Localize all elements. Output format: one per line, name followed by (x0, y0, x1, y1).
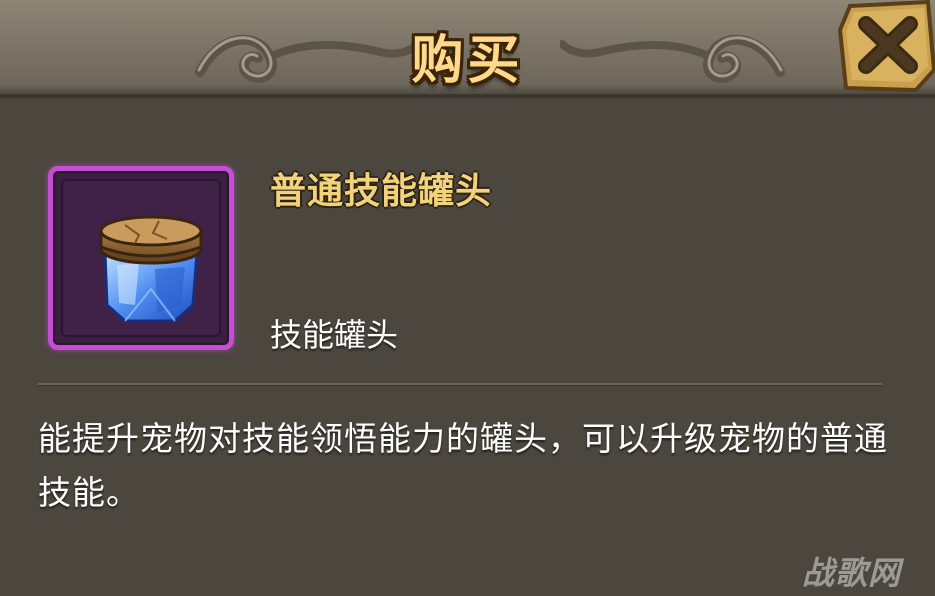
section-divider (38, 383, 882, 386)
purchase-dialog: 购买 普通技能罐头 技能罐头 能提升宠物对技能领悟能力的罐头，可以升级宠物的普通… (0, 0, 935, 596)
item-name: 普通技能罐头 (270, 171, 493, 212)
close-button[interactable] (836, 0, 935, 93)
header-shadow (0, 84, 935, 94)
dialog-header: 购买 (0, 0, 935, 98)
dialog-title: 购买 (411, 31, 524, 91)
item-type: 技能罐头 (270, 316, 399, 354)
watermark-text: 战歌网 (802, 554, 902, 592)
close-x-icon (837, 0, 935, 93)
item-icon-frame (48, 166, 234, 350)
skill-jar-icon (99, 215, 203, 323)
item-icon-background (61, 179, 221, 337)
item-description: 能提升宠物对技能领悟能力的罐头，可以升级宠物的普通技能。 (38, 419, 888, 512)
